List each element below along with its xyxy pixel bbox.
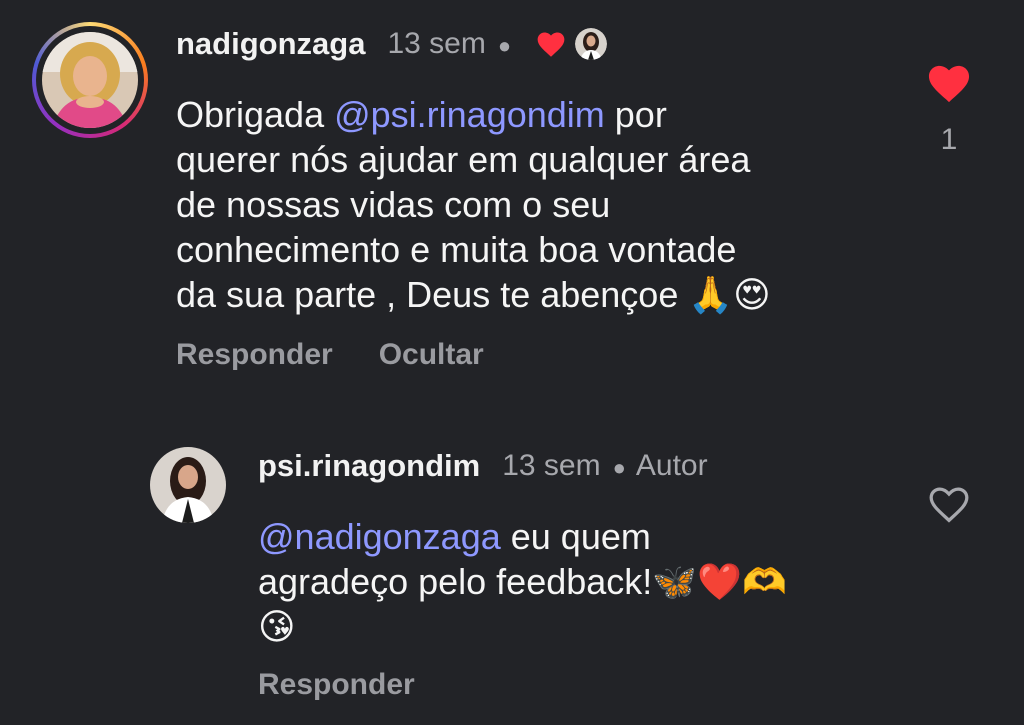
timestamp: 13 sem [387, 27, 486, 60]
at-icon: @ [334, 94, 371, 135]
creator-mini-avatar [573, 26, 610, 62]
heart-outline-icon [929, 487, 969, 523]
like-button[interactable] [920, 62, 978, 109]
comment-actions: Responder Ocultar [176, 338, 530, 372]
comment-line: de nossas vidas com o seu [176, 184, 611, 225]
hide-button[interactable]: Ocultar [379, 338, 484, 372]
like-column [926, 484, 972, 529]
comment-line: querer nós ajudar em qualquer área [176, 139, 751, 180]
like-column: 1 [920, 62, 978, 157]
comment-line: 😘 [258, 606, 296, 647]
comment-reply-psi-rinagondim: psi.rinagondim 13 sem ● Autor @nadigonza… [0, 420, 1024, 725]
mention-link[interactable]: @nadigonzaga [258, 516, 501, 557]
comment-text: @nadigonzaga eu quem agradeço pelo feedb… [258, 514, 898, 649]
separator-dot: ● [497, 33, 512, 58]
at-icon: @ [258, 516, 295, 557]
story-ring[interactable] [32, 22, 148, 138]
comment-line: da sua parte , Deus te abençoe 🙏😍 [176, 274, 771, 315]
author-badge: Autor [635, 449, 708, 482]
heart-filled-icon [928, 65, 970, 103]
like-button[interactable] [926, 484, 972, 529]
comment-header: psi.rinagondim 13 sem ● Autor [258, 448, 708, 484]
comment-nadigonzaga: nadigonzaga 13 sem ● Obrigada @psi.rinag… [0, 0, 1024, 420]
username[interactable]: nadigonzaga [176, 26, 365, 62]
comment-line: Obrigada @psi.rinagondim por [176, 94, 667, 135]
like-count[interactable]: 1 [920, 123, 978, 157]
creator-liked-heart-icon [535, 30, 567, 58]
timestamp: 13 sem [502, 449, 601, 482]
avatar [42, 32, 138, 128]
reply-button[interactable]: Responder [176, 338, 333, 372]
avatar[interactable] [150, 447, 226, 523]
comment-header: nadigonzaga 13 sem ● [176, 26, 610, 62]
comment-text: Obrigada @psi.rinagondim por querer nós … [176, 92, 896, 317]
username[interactable]: psi.rinagondim [258, 448, 480, 484]
comment-actions: Responder [258, 668, 461, 702]
comment-line: conhecimento e muita boa vontade [176, 229, 737, 270]
comment-line: agradeço pelo feedback!🦋❤️🫶 [258, 561, 787, 602]
comment-line: @nadigonzaga eu quem [258, 516, 651, 557]
reply-button[interactable]: Responder [258, 668, 415, 702]
separator-dot: ● [612, 455, 626, 480]
mention-link[interactable]: @psi.rinagondim [334, 94, 605, 135]
